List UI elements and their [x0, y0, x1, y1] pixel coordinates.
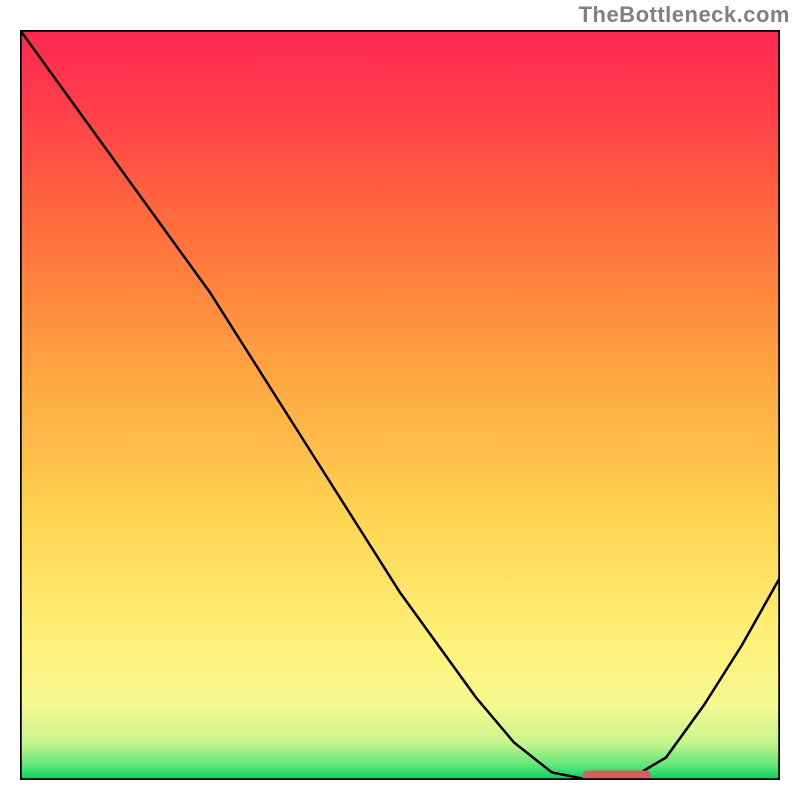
gradient-background: [20, 30, 780, 780]
plot-area: [20, 30, 780, 780]
chart-svg: [20, 30, 780, 780]
watermark-text: TheBottleneck.com: [579, 2, 790, 28]
chart-stage: TheBottleneck.com: [0, 0, 800, 800]
